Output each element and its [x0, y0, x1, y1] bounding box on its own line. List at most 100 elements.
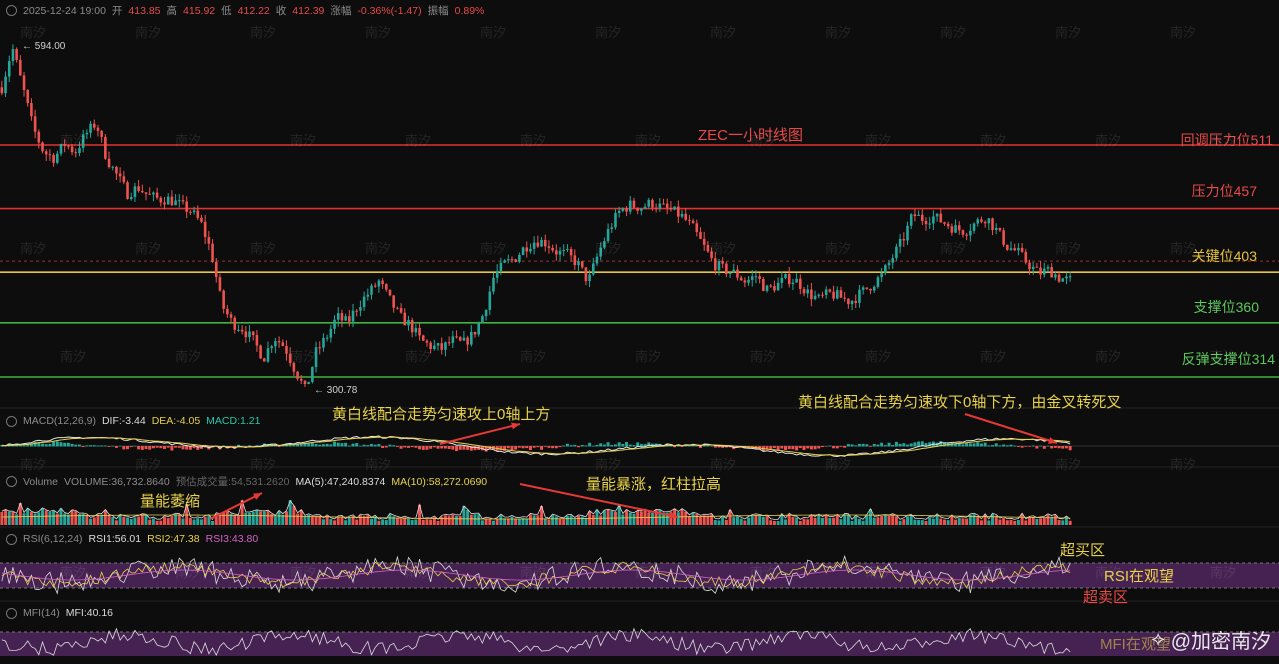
candle-body — [965, 234, 968, 236]
candle-body — [92, 123, 96, 128]
macd-bar — [462, 446, 466, 450]
macd-bar — [602, 444, 606, 447]
volume-bar — [166, 518, 170, 525]
candle-body — [887, 262, 891, 266]
candle-body — [784, 273, 787, 278]
candle-body — [81, 134, 85, 148]
candle-body — [410, 320, 414, 333]
candle-body — [207, 237, 211, 244]
macd-bar — [543, 446, 547, 447]
level-label-403: 关键位403 — [1191, 248, 1257, 264]
volume-bar — [691, 513, 695, 525]
mfi-label: MFI(14) — [23, 607, 60, 619]
candle-body — [702, 238, 706, 245]
volume-bar — [528, 514, 532, 525]
annot-overbought: 超买区 — [1060, 542, 1106, 559]
macd-bar — [370, 443, 373, 447]
candle-body — [946, 223, 950, 227]
macd-bar — [599, 443, 603, 447]
candle-body — [11, 49, 15, 62]
volume-bar — [59, 508, 63, 525]
macd-bar — [979, 443, 983, 447]
macd-bar — [1061, 446, 1065, 449]
macd-bar — [565, 443, 569, 447]
alarm-icon[interactable] — [6, 415, 17, 427]
volume-bar — [747, 517, 751, 525]
macd-bar — [695, 445, 699, 447]
macd-bar — [325, 443, 329, 447]
volume-bar — [961, 518, 965, 525]
volume-bar — [902, 519, 906, 525]
candle-body — [425, 340, 429, 343]
alarm-icon[interactable] — [6, 607, 17, 619]
volume-bar — [562, 519, 566, 525]
volume-bar — [0, 511, 4, 525]
close-value: 412.39 — [292, 4, 325, 17]
info-icon[interactable] — [6, 5, 17, 16]
volume-bar — [828, 517, 832, 525]
candle-body — [37, 131, 41, 143]
volume-bar — [599, 515, 603, 525]
volume-bar — [129, 519, 133, 525]
candle-body — [495, 270, 499, 278]
volume-bar — [676, 512, 680, 525]
candle-body — [1039, 267, 1042, 275]
macd-bar — [406, 446, 410, 448]
candle-body — [351, 310, 355, 322]
macd-bar — [159, 446, 163, 449]
macd-bar — [591, 445, 595, 447]
annot-rsi-watch: RSI在观望 — [1104, 568, 1175, 585]
volume-bar — [872, 517, 876, 525]
volume-bar — [798, 520, 802, 525]
macd-bar — [617, 442, 621, 447]
macd-bar — [909, 443, 913, 447]
alarm-icon[interactable] — [6, 476, 17, 487]
macd-bar — [857, 443, 861, 447]
macd-bar — [384, 446, 388, 448]
volume-bar — [329, 519, 333, 525]
volume-bar — [717, 520, 721, 525]
candle-body — [592, 263, 595, 275]
candle-body — [144, 192, 148, 194]
rsi-label: RSI(6,12,24) — [23, 533, 83, 545]
candle-body — [1046, 267, 1050, 269]
candle-body — [96, 127, 100, 131]
candle-body — [684, 213, 688, 220]
volume-bar — [721, 516, 725, 525]
volume-info: Volume VOLUME:36,732.8640 预估成交量:54,531.2… — [6, 474, 487, 489]
candle-body — [344, 316, 347, 321]
candle-body — [159, 197, 163, 203]
macd-bar — [525, 446, 529, 449]
candle-body — [473, 331, 477, 335]
candle-body — [433, 345, 436, 349]
candle-body — [200, 217, 203, 222]
macd-bar — [850, 444, 854, 447]
volume-bar — [595, 509, 599, 525]
volume-bar — [251, 511, 255, 525]
volume-bar — [625, 509, 629, 525]
volume-bar — [924, 520, 928, 525]
volume-bar — [1046, 514, 1050, 525]
volume-bar — [972, 514, 976, 525]
volume-bar — [950, 515, 954, 525]
macd-bar — [92, 445, 96, 447]
macd-bar — [355, 443, 359, 447]
candle-body — [688, 219, 691, 221]
candle-body — [865, 287, 869, 289]
candle-body — [4, 76, 7, 94]
candle-body — [1024, 251, 1028, 263]
candle-body — [514, 259, 517, 262]
close-label: 收 — [275, 5, 287, 17]
macd-bar — [872, 443, 876, 447]
alarm-icon[interactable] — [6, 533, 17, 545]
candle-body — [152, 192, 155, 195]
macd-bar — [336, 442, 340, 447]
volume-bar — [262, 511, 266, 525]
volume-bar — [366, 515, 370, 525]
candle-body — [26, 89, 30, 104]
macd-bar — [126, 446, 130, 450]
macd-bar — [455, 446, 459, 452]
candle-body — [566, 248, 569, 250]
volume-bar — [74, 511, 78, 525]
candle-body — [529, 248, 532, 252]
